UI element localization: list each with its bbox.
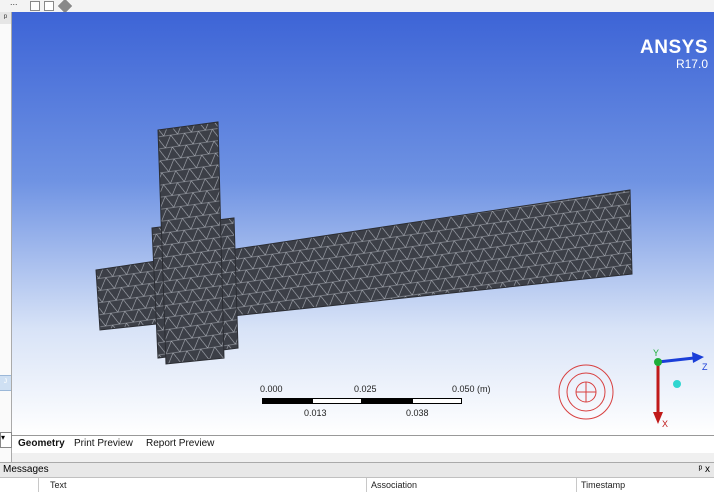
column-header-text[interactable]: Text [50, 480, 67, 490]
scale-bar: 0.000 0.025 0.050 (m) 0.013 0.038 [260, 382, 491, 422]
tab-print-preview[interactable]: Print Preview [74, 438, 133, 449]
messages-columns: Text Association Timestamp [0, 478, 714, 492]
left-panel: ᵖ ᴊ ▾ [0, 12, 12, 462]
messages-header: Messages ᵖ x [0, 463, 714, 478]
tab-report-preview[interactable]: Report Preview [146, 438, 214, 449]
pin-close-icon[interactable]: ᵖ x [698, 463, 710, 477]
toolbar-partial-label: ... [10, 0, 18, 7]
graphics-viewport[interactable]: ANSYS R17.0 0.000 0.025 0.050 (m) 0.013 … [12, 12, 714, 435]
axis-x-label: X [662, 419, 668, 428]
column-header-association[interactable]: Association [371, 480, 417, 490]
scale-label: 0.038 [406, 408, 429, 418]
chevron-down-icon[interactable]: ▾ [0, 432, 12, 448]
disk-mesh [157, 121, 225, 365]
rotation-compass-icon[interactable] [556, 362, 616, 422]
page-icon[interactable] [30, 1, 40, 11]
messages-panel: Messages ᵖ x Text Association Timestamp [0, 462, 714, 497]
messages-title: Messages [3, 464, 49, 475]
view-tabs: Geometry Print Preview Report Preview [12, 435, 714, 453]
axis-z-label: Z [702, 362, 708, 372]
axis-y-label: Y [653, 348, 659, 358]
page-icon[interactable] [44, 1, 54, 11]
scale-label: 0.013 [304, 408, 327, 418]
tab-geometry[interactable]: Geometry [18, 438, 65, 449]
column-header-timestamp[interactable]: Timestamp [581, 480, 625, 490]
pin-icon[interactable]: ᵖ [0, 12, 11, 24]
axis-triad: Y Z X [653, 348, 708, 428]
left-panel-selected-item[interactable]: ᴊ [0, 375, 11, 391]
scale-label: 0.050 (m) [452, 384, 491, 394]
scale-label: 0.025 [354, 384, 377, 394]
scale-label: 0.000 [260, 384, 283, 394]
